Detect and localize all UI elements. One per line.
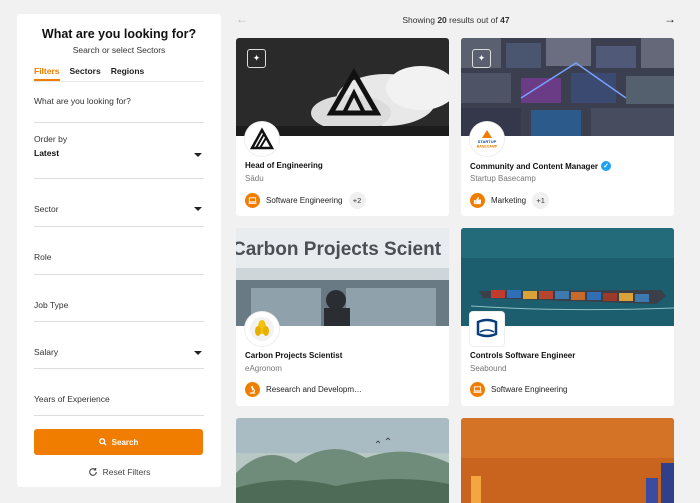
thumbs-up-icon xyxy=(470,193,485,208)
job-category: Software Engineering xyxy=(470,382,568,397)
category-label: Software Engineering xyxy=(266,196,343,205)
filter-tabs: Filters Sectors Regions xyxy=(34,66,204,81)
job-type-select[interactable]: Job Type xyxy=(34,275,204,322)
more-categories-badge: +2 xyxy=(348,192,366,209)
salary-label: Salary xyxy=(34,347,59,357)
job-category: Marketing +1 xyxy=(470,192,550,209)
verified-badge-icon: ✓ xyxy=(601,161,612,171)
job-type-label: Job Type xyxy=(34,300,69,310)
tab-filters[interactable]: Filters xyxy=(34,66,60,81)
sector-select[interactable]: Sector xyxy=(34,191,204,227)
job-card[interactable]: Controls Software Engineer Seabound Soft… xyxy=(461,228,674,406)
category-label: Marketing xyxy=(491,196,527,205)
more-categories-badge: +1 xyxy=(532,192,550,209)
search-input[interactable]: What are you looking for? xyxy=(34,96,204,123)
job-cover-image: Carbon Projects Scient xyxy=(236,228,449,326)
job-card[interactable] xyxy=(236,418,449,503)
job-cover-image: ✦ xyxy=(236,38,449,136)
company-name: eAgronom xyxy=(245,364,282,373)
results-middle: results out of xyxy=(446,15,501,25)
sidebar-subtitle: Search or select Sectors xyxy=(72,45,166,55)
order-by-select[interactable]: Order by Latest xyxy=(34,134,204,179)
results-total: 47 xyxy=(500,15,510,25)
sparkle-icon: ✦ xyxy=(472,49,491,68)
chevron-down-icon xyxy=(194,153,202,157)
experience-label: Years of Experience xyxy=(34,394,110,404)
job-title-text: Carbon Projects Scientist xyxy=(245,351,343,360)
results-shown: 20 xyxy=(437,15,447,25)
company-logo xyxy=(470,312,504,346)
company-logo: STARTUP BASECAMP xyxy=(470,122,504,156)
search-icon xyxy=(98,438,107,446)
company-name: Sādu xyxy=(245,174,264,183)
job-title: Carbon Projects Scientist xyxy=(245,351,342,360)
job-title: Community and Content Manager ✓ xyxy=(470,161,612,171)
order-by-value: Latest xyxy=(34,148,60,158)
job-title-text: Controls Software Engineer xyxy=(470,351,576,360)
job-title: Controls Software Engineer xyxy=(470,351,575,360)
job-card[interactable] xyxy=(461,418,674,503)
job-cover-image: ✦ xyxy=(461,38,674,136)
reset-filters-label: Reset Filters xyxy=(102,467,151,477)
logo-text-basecamp: BASECAMP xyxy=(477,145,498,149)
tab-regions[interactable]: Regions xyxy=(111,66,145,81)
tab-sectors[interactable]: Sectors xyxy=(70,66,101,81)
job-category: Software Engineering +2 xyxy=(245,192,366,209)
company-name: Seabound xyxy=(470,364,507,373)
search-button-label: Search xyxy=(111,437,139,447)
reset-filters-button[interactable]: Reset Filters xyxy=(34,467,204,477)
sparkle-icon: ✦ xyxy=(247,49,266,68)
company-logo xyxy=(245,122,279,156)
chevron-down-icon xyxy=(194,207,202,211)
job-card[interactable]: Carbon Projects Scient Carbon Projects S… xyxy=(236,228,449,406)
role-select[interactable]: Role xyxy=(34,227,204,275)
tabs-divider xyxy=(34,81,204,82)
experience-select[interactable]: Years of Experience xyxy=(34,369,204,416)
sector-label: Sector xyxy=(34,204,59,214)
chevron-down-icon xyxy=(194,351,202,355)
job-title-text: Community and Content Manager xyxy=(470,161,599,171)
job-cover-image xyxy=(236,418,449,503)
job-title-text: Head of Engineering xyxy=(245,161,323,170)
laptop-icon xyxy=(245,193,260,208)
category-label: Research and Developm… xyxy=(266,385,363,394)
results-count: Showing 20 results out of 47 xyxy=(236,15,676,25)
results-prefix: Showing xyxy=(402,15,438,25)
role-label: Role xyxy=(34,252,52,262)
results-bar: ← Showing 20 results out of 47 → xyxy=(236,12,676,28)
order-by-label: Order by xyxy=(34,134,68,144)
microscope-icon xyxy=(245,382,260,397)
reset-icon xyxy=(88,468,97,476)
filters-sidebar: What are you looking for? Search or sele… xyxy=(17,14,221,487)
job-category: Research and Developm… xyxy=(245,382,362,397)
cover-text: Carbon Projects Scient xyxy=(236,239,442,260)
job-card[interactable]: ✦ Head of Engineering Sādu Software Engi… xyxy=(236,38,449,216)
company-name: Startup Basecamp xyxy=(470,174,536,183)
salary-select[interactable]: Salary xyxy=(34,322,204,369)
company-logo xyxy=(245,312,279,346)
logo-text-startup: STARTUP xyxy=(478,139,497,144)
category-label: Software Engineering xyxy=(491,385,568,394)
search-button[interactable]: Search xyxy=(34,429,203,455)
laptop-icon xyxy=(470,382,485,397)
next-page-arrow-icon[interactable]: → xyxy=(664,12,676,26)
job-cover-image xyxy=(461,418,674,503)
search-input-placeholder: What are you looking for? xyxy=(34,96,131,106)
sidebar-title: What are you looking for? xyxy=(41,27,197,41)
job-title: Head of Engineering xyxy=(245,161,323,170)
job-card[interactable]: ✦ STARTUP BASECAMP Community and Content… xyxy=(461,38,674,216)
